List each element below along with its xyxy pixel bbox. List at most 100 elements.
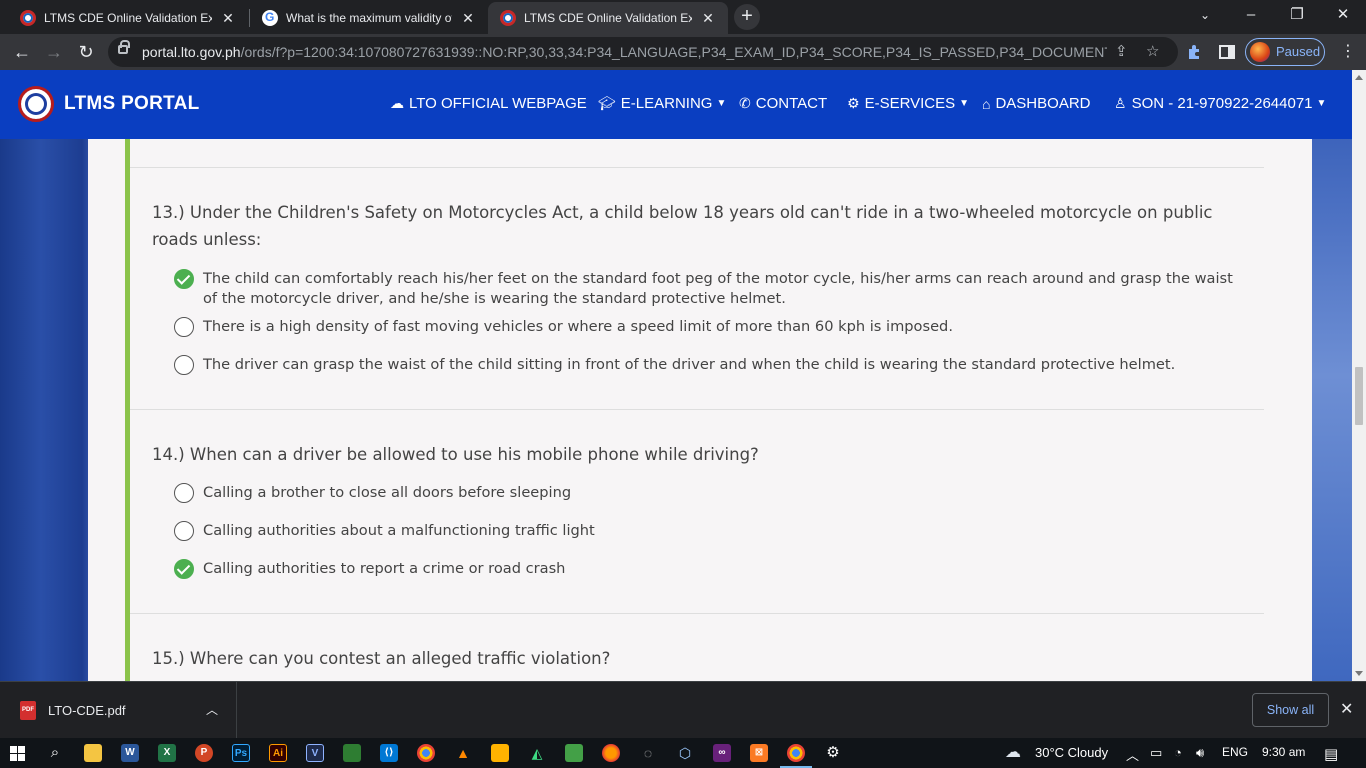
language-indicator[interactable]: ENG [1222, 745, 1248, 759]
photoshop-icon[interactable]: Ps [232, 744, 250, 762]
chevron-up-icon[interactable]: ︿ [206, 701, 218, 718]
show-all-button[interactable]: Show all [1252, 693, 1329, 727]
radio-button[interactable] [174, 355, 194, 375]
url-path: /ords/f?p=1200:34:107080727631939::NO:RP… [240, 44, 1107, 60]
chrome-menu-icon[interactable]: ⋮ [1334, 38, 1362, 66]
tab-google-search[interactable]: What is the maximum validity of ✕ [250, 2, 488, 34]
close-tab-icon[interactable]: ✕ [220, 10, 236, 27]
restore-button[interactable]: ❐ [1274, 0, 1320, 32]
chrome-active-icon[interactable] [787, 744, 805, 762]
xampp-icon[interactable]: ⊠ [750, 744, 768, 762]
nav-contact[interactable]: ✆ CONTACT [739, 95, 827, 112]
user-icon: ♙ [1114, 95, 1127, 111]
brand[interactable]: LTMS PORTAL [18, 86, 200, 122]
correct-check-icon[interactable] [174, 269, 194, 289]
illustrator-icon[interactable]: Ai [269, 744, 287, 762]
app-store-icon[interactable] [565, 744, 583, 762]
visio-icon[interactable]: V [306, 744, 324, 762]
back-arrow-icon[interactable]: ← [8, 38, 36, 66]
nav-user-menu[interactable]: ♙ SON - 21-970922-2644071 ▼ [1114, 95, 1326, 112]
question-13-option-2[interactable]: There is a high density of fast moving v… [174, 317, 1244, 337]
new-tab-button[interactable]: + [734, 4, 760, 30]
question-13-option-3[interactable]: The driver can grasp the waist of the ch… [174, 355, 1244, 375]
option-label: Calling a brother to close all doors bef… [203, 484, 572, 501]
scrollbar-thumb[interactable] [1355, 367, 1363, 425]
brand-title: LTMS PORTAL [64, 93, 200, 114]
forward-arrow-icon[interactable]: → [40, 38, 68, 66]
address-bar[interactable]: portal.lto.gov.ph/ords/f?p=1200:34:10708… [108, 37, 1178, 67]
caret-down-icon: ▼ [1316, 98, 1327, 109]
scroll-down-arrow-icon[interactable] [1355, 671, 1363, 676]
nav-e-learning[interactable]: 🎓︎ E-LEARNING ▼ [598, 95, 726, 112]
battery-icon[interactable]: ▭ [1150, 745, 1162, 761]
radio-button[interactable] [174, 483, 194, 503]
tab-lto-exam-1[interactable]: LTMS CDE Online Validation Exam ✕ [8, 2, 248, 34]
bookmark-star-icon[interactable]: ☆ [1146, 42, 1159, 60]
excel-icon[interactable]: X [158, 744, 176, 762]
nav-dashboard[interactable]: ⌂ DASHBOARD [982, 95, 1091, 112]
vlc-icon[interactable]: ▲ [454, 744, 472, 762]
chrome-icon[interactable] [417, 744, 435, 762]
option-label: The child can comfortably reach his/her … [203, 270, 1233, 307]
tab-lto-exam-active[interactable]: LTMS CDE Online Validation Exam ✕ [488, 2, 728, 34]
virtualbox-icon[interactable]: ⬡ [676, 744, 694, 762]
windows-start-icon[interactable] [10, 746, 25, 761]
nav-lto-official-webpage[interactable]: ☁ LTO OFFICIAL WEBPAGE [390, 95, 587, 112]
cloudy-weather-icon[interactable]: ☁ [1004, 744, 1022, 762]
nav-label: E-SERVICES [864, 95, 956, 112]
android-studio-icon[interactable]: ◭ [528, 744, 546, 762]
radio-button[interactable] [174, 521, 194, 541]
settings-gear-icon[interactable]: ⚙ [824, 744, 842, 762]
lock-icon[interactable] [118, 40, 130, 54]
download-item[interactable]: PDF LTO-CDE.pdf ︿ [0, 682, 237, 739]
clock[interactable]: 9:30 am [1262, 745, 1305, 759]
question-14-option-1[interactable]: Calling a brother to close all doors bef… [174, 483, 1244, 503]
close-window-button[interactable]: ✕ [1320, 0, 1366, 32]
file-explorer-icon[interactable] [84, 744, 102, 762]
close-tab-icon[interactable]: ✕ [460, 10, 476, 27]
notifications-icon[interactable]: ▤ [1324, 745, 1338, 763]
sublime-text-icon[interactable] [491, 744, 509, 762]
unity-icon[interactable]: ◌ [639, 744, 657, 762]
share-icon[interactable]: ⇪ [1115, 42, 1128, 60]
minimize-button[interactable]: – [1228, 0, 1274, 32]
page-scrollbar[interactable] [1352, 70, 1366, 681]
browser-tab-strip: LTMS CDE Online Validation Exam ✕ What i… [0, 0, 1366, 34]
radio-button[interactable] [174, 317, 194, 337]
vscode-icon[interactable]: ⟨⟩ [380, 744, 398, 762]
question-14-option-2[interactable]: Calling authorities about a malfunctioni… [174, 521, 1244, 541]
nav-e-services[interactable]: ⚙ E-SERVICES ▼ [847, 95, 969, 112]
option-label: The driver can grasp the waist of the ch… [203, 356, 1176, 373]
lto-favicon-icon [500, 10, 516, 26]
firefox-icon[interactable] [602, 744, 620, 762]
tab-search-chevron-icon[interactable]: ⌄ [1182, 0, 1228, 32]
close-shelf-icon[interactable]: ✕ [1340, 699, 1353, 719]
close-tab-icon[interactable]: ✕ [700, 10, 716, 27]
side-panel-icon[interactable] [1218, 43, 1236, 61]
reload-icon[interactable]: ↻ [72, 38, 100, 66]
chevron-up-tray-icon[interactable]: ︿ [1126, 745, 1139, 764]
volume-icon[interactable]: 🔊︎ [1196, 745, 1204, 761]
search-icon[interactable]: ⌕ [46, 744, 64, 762]
download-file-name: LTO-CDE.pdf [48, 703, 126, 718]
extensions-puzzle-icon[interactable] [1186, 43, 1204, 61]
question-13: 13.) Under the Children's Safety on Moto… [152, 203, 1213, 249]
option-label: There is a high density of fast moving v… [203, 318, 953, 335]
wifi-icon[interactable]: ◔ [1174, 745, 1182, 760]
home-icon: ⌂ [982, 95, 991, 112]
question-13-option-1[interactable]: The child can comfortably reach his/her … [174, 269, 1244, 309]
question-14: 14.) When can a driver be allowed to use… [152, 445, 759, 464]
correct-check-icon[interactable] [174, 559, 194, 579]
url-text[interactable]: portal.lto.gov.ph/ords/f?p=1200:34:10708… [142, 44, 1107, 60]
scroll-up-arrow-icon[interactable] [1355, 75, 1363, 80]
visual-studio-icon[interactable]: ∞ [713, 744, 731, 762]
weather-text[interactable]: 30°C Cloudy [1035, 745, 1108, 760]
app-icon[interactable] [343, 744, 361, 762]
page-viewport: LTMS PORTAL ☁ LTO OFFICIAL WEBPAGE 🎓︎ E-… [0, 70, 1366, 681]
graduation-cap-icon: 🎓︎ [598, 95, 616, 111]
word-icon[interactable]: W [121, 744, 139, 762]
url-host: portal.lto.gov.ph [142, 44, 241, 60]
powerpoint-icon[interactable]: P [195, 744, 213, 762]
profile-paused-button[interactable]: Paused [1245, 38, 1325, 66]
question-14-option-3[interactable]: Calling authorities to report a crime or… [174, 559, 1244, 579]
